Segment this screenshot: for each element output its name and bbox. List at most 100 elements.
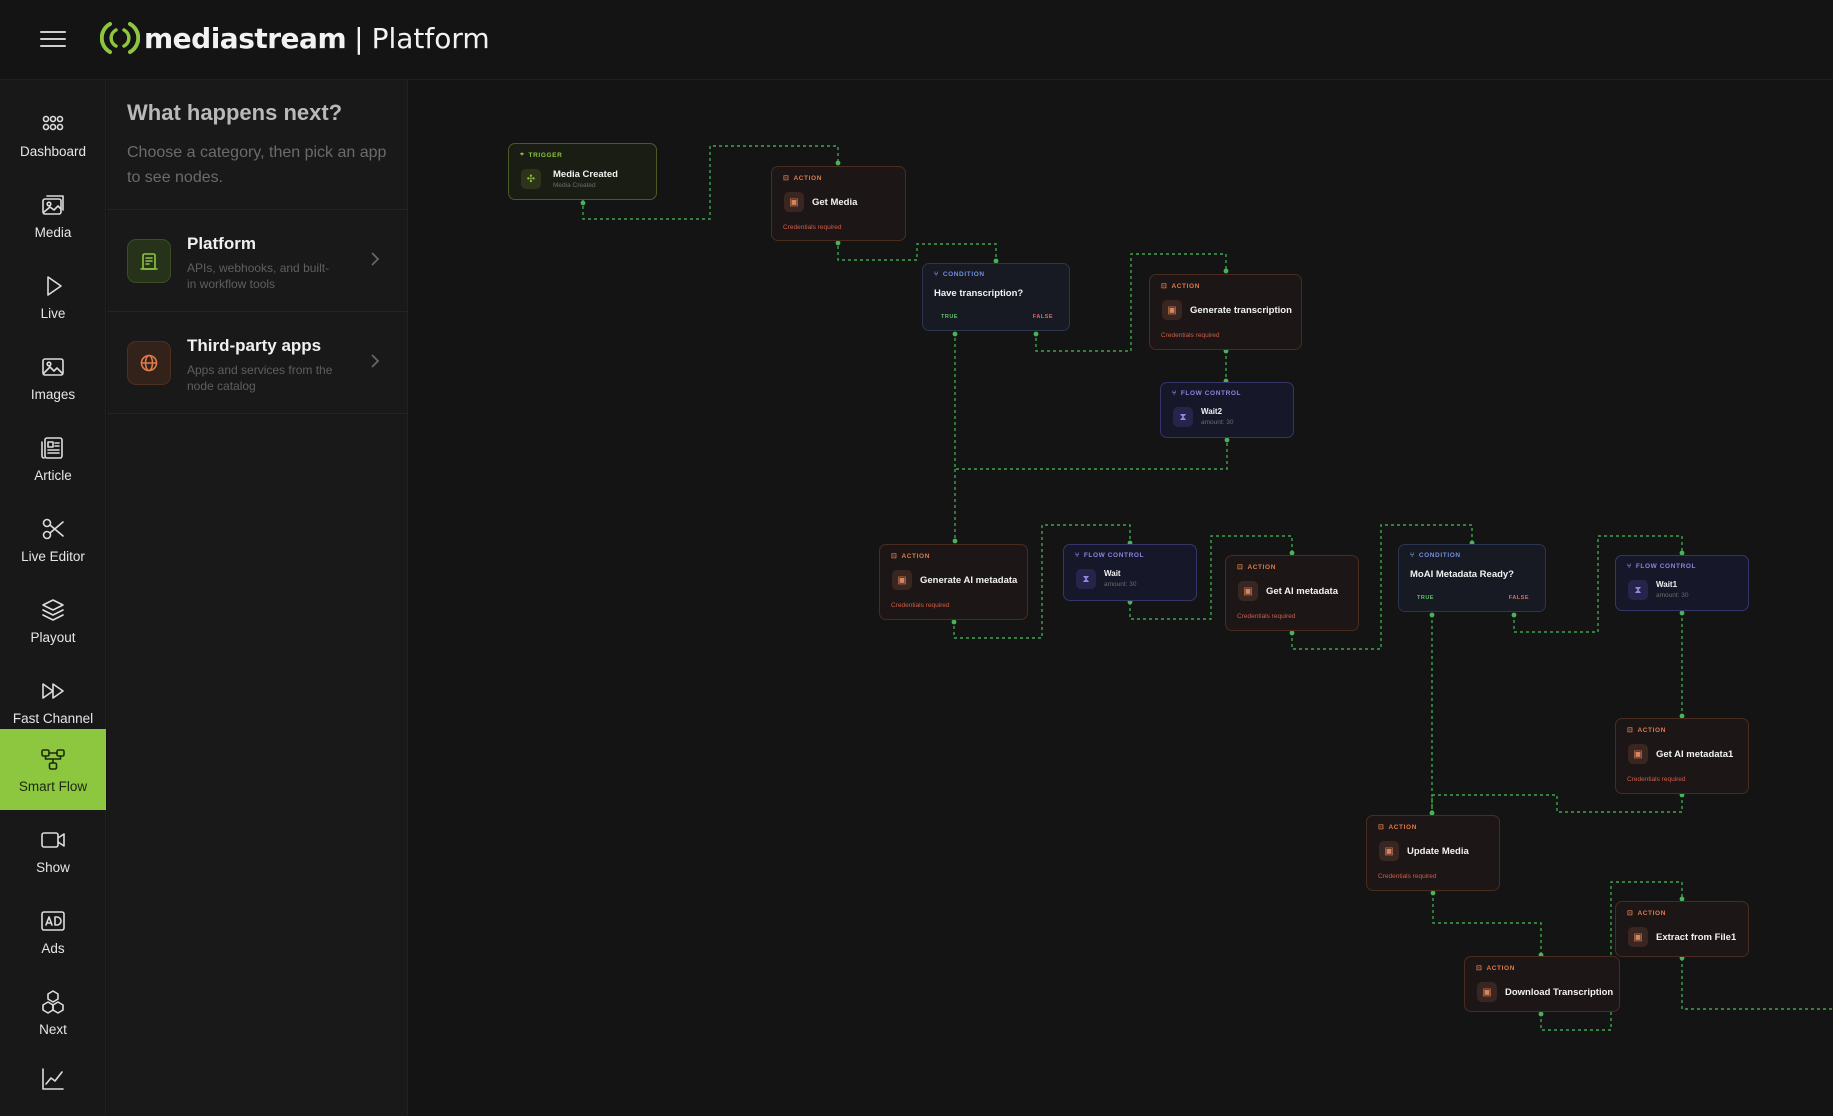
nav-label: Show bbox=[36, 860, 70, 875]
scissors-icon bbox=[42, 518, 64, 540]
category-third-party-apps[interactable]: Third-party apps Apps and services from … bbox=[107, 312, 408, 412]
node-extract-from-file1[interactable]: ⊡ ACTION ▣ Extract from File1 bbox=[1615, 901, 1749, 957]
node-title: MoAI Metadata Ready? bbox=[1410, 569, 1514, 580]
node-type-label: ⊡ ACTION bbox=[1378, 823, 1417, 832]
action-icon: ⊡ bbox=[1237, 564, 1244, 571]
product-name: Platform bbox=[371, 21, 490, 55]
next-step-panel: What happens next? Choose a category, th… bbox=[107, 80, 408, 1116]
credentials-warning: Credentials required bbox=[891, 602, 950, 609]
credentials-warning: Credentials required bbox=[1237, 613, 1296, 620]
nav-live[interactable]: Live bbox=[0, 256, 106, 337]
node-generate-transcription[interactable]: ⊡ ACTION ▣ Generate transcription Credent… bbox=[1149, 274, 1302, 350]
node-type-label: ⑂ FLOW CONTROL bbox=[1627, 563, 1697, 570]
layers-icon bbox=[42, 599, 64, 621]
node-title: Generate transcription bbox=[1190, 305, 1292, 316]
node-title: Media Created bbox=[553, 169, 618, 180]
nav-article[interactable]: Article bbox=[0, 418, 106, 499]
node-wait[interactable]: ⑂ FLOW CONTROL ⧗ Wait amount: 30 bbox=[1063, 544, 1197, 601]
nav-label: Live Editor bbox=[21, 549, 85, 564]
flow-icon bbox=[41, 749, 65, 770]
dashboard-icon bbox=[42, 115, 64, 131]
category-platform[interactable]: Platform APIs, webhooks, and built-in wo… bbox=[107, 210, 408, 310]
node-subtitle: amount: 30 bbox=[1201, 419, 1234, 426]
media-icon bbox=[42, 195, 64, 215]
node-title: Wait2 bbox=[1201, 407, 1223, 416]
cubes-icon bbox=[42, 990, 64, 1014]
action-icon: ⊡ bbox=[1627, 910, 1634, 917]
category-description: Apps and services from the node catalog bbox=[187, 363, 333, 393]
node-subtitle: amount: 30 bbox=[1656, 592, 1689, 599]
platform-icon bbox=[127, 239, 171, 283]
node-subtitle: Media Created bbox=[553, 182, 596, 189]
node-download-transcription[interactable]: ⊡ ACTION ▣ Download Transcription bbox=[1464, 956, 1620, 1012]
node-title: Wait1 bbox=[1656, 580, 1678, 589]
nav-playout[interactable]: Playout bbox=[0, 580, 106, 661]
node-type-label: ⊡ ACTION bbox=[1476, 964, 1515, 973]
node-type-label: ⊡ ACTION bbox=[1627, 726, 1666, 735]
nav-show[interactable]: Show bbox=[0, 810, 106, 891]
globe-icon bbox=[127, 341, 171, 385]
action-icon: ⊡ bbox=[1627, 727, 1634, 734]
nav-live-editor[interactable]: Live Editor bbox=[0, 499, 106, 580]
node-get-media[interactable]: ⊡ ACTION ▣ Get Media Credentials required bbox=[771, 166, 906, 241]
node-wait1[interactable]: ⑂ FLOW CONTROL ⧗ Wait1 amount: 30 bbox=[1615, 555, 1749, 611]
nav-label: Next bbox=[39, 1022, 67, 1037]
credentials-warning: Credentials required bbox=[1378, 873, 1437, 880]
node-type-label: ⊡ ACTION bbox=[891, 552, 930, 561]
action-icon: ⊡ bbox=[1378, 824, 1385, 831]
node-title: Get Media bbox=[812, 197, 858, 208]
hourglass-icon: ⧗ bbox=[1076, 569, 1096, 589]
logo[interactable]: mediastream | Platform bbox=[100, 18, 490, 58]
nav-label: Images bbox=[30, 387, 76, 402]
nav-next[interactable]: Next bbox=[0, 972, 106, 1053]
nav-images[interactable]: Images bbox=[0, 337, 106, 418]
node-media-created[interactable]: ⌖ TRIGGER ✣ Media Created Media Created bbox=[508, 143, 657, 200]
images-icon bbox=[42, 358, 64, 376]
node-type-label: ⑂ FLOW CONTROL bbox=[1075, 552, 1145, 559]
false-branch-label: FALSE bbox=[1032, 314, 1053, 320]
nav-ads[interactable]: Ads bbox=[0, 891, 106, 972]
briefcase-icon: ▣ bbox=[1379, 841, 1399, 861]
nav-label: Live bbox=[40, 306, 66, 321]
nav-label: Fast Channel bbox=[12, 711, 94, 726]
nav-smart-flow[interactable]: Smart Flow bbox=[0, 729, 106, 810]
node-type-label: ⊡ ACTION bbox=[1161, 282, 1200, 291]
node-wait2[interactable]: ⑂ FLOW CONTROL ⧗ Wait2 amount: 30 bbox=[1160, 382, 1294, 438]
node-generate-ai-metadata[interactable]: ⊡ ACTION ▣ Generate AI metadata Credentia… bbox=[879, 544, 1028, 620]
node-get-ai-metadata[interactable]: ⊡ ACTION ▣ Get AI metadata Credentials re… bbox=[1225, 555, 1359, 631]
flow-control-icon: ⑂ bbox=[1172, 390, 1177, 397]
condition-icon: ⑂ bbox=[934, 271, 939, 278]
node-update-media[interactable]: ⊡ ACTION ▣ Update Media Credentials requi… bbox=[1366, 815, 1500, 891]
node-get-ai-metadata1[interactable]: ⊡ ACTION ▣ Get AI metadata1 Credentials r… bbox=[1615, 718, 1749, 794]
flow-control-icon: ⑂ bbox=[1075, 552, 1080, 559]
nav-label: Dashboard bbox=[19, 144, 87, 159]
action-icon: ⊡ bbox=[1476, 965, 1483, 972]
false-branch-label: FALSE bbox=[1508, 595, 1529, 601]
credentials-warning: Credentials required bbox=[1161, 332, 1220, 339]
briefcase-icon: ▣ bbox=[1628, 927, 1648, 947]
node-title: Generate AI metadata bbox=[920, 575, 1018, 586]
node-have-transcription[interactable]: ⑂ CONDITION Have transcription? TRUE FALS… bbox=[922, 263, 1070, 331]
briefcase-icon: ▣ bbox=[1238, 581, 1258, 601]
node-title: Update Media bbox=[1407, 846, 1469, 857]
briefcase-icon: ▣ bbox=[1162, 300, 1182, 320]
article-icon bbox=[41, 437, 63, 459]
nav-dashboard[interactable]: Dashboard bbox=[0, 94, 106, 175]
briefcase-icon: ▣ bbox=[1477, 982, 1497, 1002]
node-type-label: ⊡ ACTION bbox=[1627, 909, 1666, 918]
node-title: Extract from File1 bbox=[1656, 932, 1737, 943]
action-icon: ⊡ bbox=[783, 175, 790, 182]
trigger-node-icon: ✣ bbox=[521, 169, 541, 189]
flow-control-icon: ⑂ bbox=[1627, 563, 1632, 570]
brand-separator: | bbox=[354, 21, 364, 55]
true-branch-label: TRUE bbox=[941, 314, 958, 320]
nav-analytics[interactable] bbox=[0, 1053, 106, 1116]
node-moai-metadata-ready[interactable]: ⑂ CONDITION MoAI Metadata Ready? TRUE FAL… bbox=[1398, 544, 1546, 612]
nav-label: Article bbox=[34, 468, 72, 483]
menu-icon[interactable] bbox=[40, 26, 66, 52]
nav-label: Playout bbox=[30, 630, 76, 645]
action-icon: ⊡ bbox=[891, 553, 898, 560]
nav-media[interactable]: Media bbox=[0, 175, 106, 256]
video-icon bbox=[41, 832, 65, 848]
node-type-label: ⑂ CONDITION bbox=[1410, 552, 1461, 559]
